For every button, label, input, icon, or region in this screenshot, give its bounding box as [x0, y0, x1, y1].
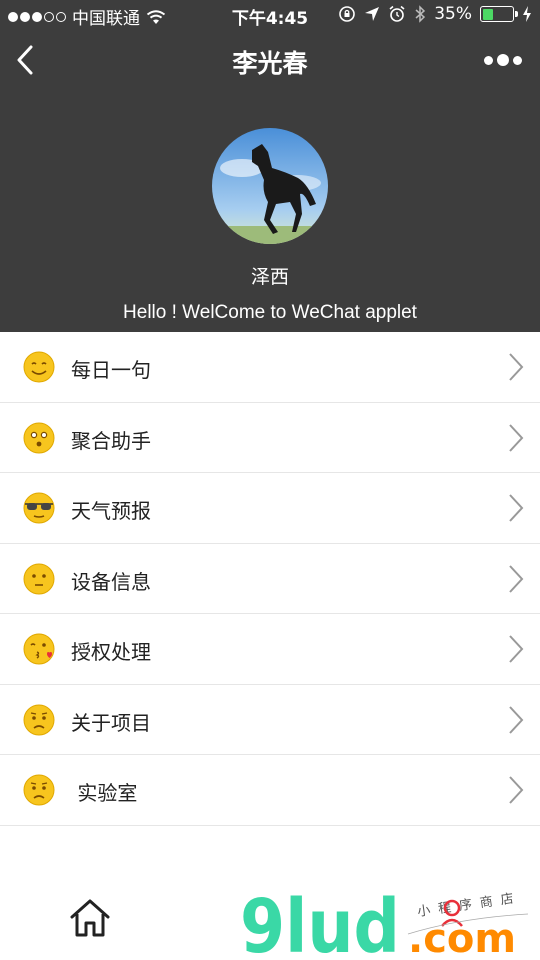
page-title: 李光春 [232, 49, 308, 78]
menu-item-label: 天气预报 [71, 499, 151, 523]
menu-item-aggregate-assistant[interactable]: 聚合助手 [0, 403, 540, 473]
surprised-face-icon [23, 422, 55, 453]
chevron-right-icon [509, 705, 524, 734]
status-bar: 中国联通 下午4:45 35% [0, 0, 540, 30]
home-icon[interactable] [68, 896, 112, 940]
watermark-brand: 9lud [240, 890, 400, 956]
worried-face-icon [23, 704, 55, 735]
watermark-domain: .com [408, 916, 516, 956]
rotation-lock-icon [339, 6, 356, 22]
menu-item-device-info[interactable]: 设备信息 [0, 544, 540, 614]
menu-item-authorization[interactable]: 授权处理 [0, 614, 540, 685]
menu-item-about-project[interactable]: 关于项目 [0, 685, 540, 755]
bluetooth-icon [415, 5, 426, 23]
kissing-face-icon [23, 633, 55, 665]
chevron-right-icon [509, 423, 524, 452]
menu-item-weather[interactable]: 天气预报 [0, 473, 540, 544]
neutral-face-icon [23, 563, 55, 594]
battery-icon [480, 6, 518, 22]
nav-bar: 李光春 [0, 30, 540, 92]
sunglasses-face-icon [23, 492, 55, 524]
location-arrow-icon [365, 7, 380, 21]
charging-icon [523, 6, 531, 22]
chevron-right-icon [509, 564, 524, 593]
menu-item-label: 设备信息 [71, 569, 151, 594]
worried-face-icon [23, 774, 55, 806]
menu-item-label: 实验室 [71, 781, 138, 805]
battery-percent: 35% [434, 4, 472, 24]
more-dots-icon[interactable] [484, 54, 522, 66]
profile-header: 泽西 Hello ! WelCome to WeChat applet [0, 92, 540, 332]
watermark-logo: 9lud .com 小程序商店 [240, 890, 529, 956]
menu-item-label: 授权处理 [71, 640, 151, 664]
horse-photo-avatar [212, 128, 328, 244]
avatar[interactable] [212, 128, 328, 244]
smiling-face-icon [23, 351, 55, 383]
menu-item-daily-quote[interactable]: 每日一句 [0, 332, 540, 403]
profile-name: 泽西 [250, 266, 289, 288]
chevron-right-icon [509, 494, 524, 522]
chevron-right-icon [509, 635, 524, 663]
alarm-icon [389, 5, 405, 22]
menu-item-lab[interactable]: 实验室 [0, 755, 540, 826]
chevron-right-icon [509, 776, 524, 804]
chevron-right-icon [509, 353, 524, 381]
menu-item-label: 关于项目 [71, 710, 151, 735]
menu-list: 每日一句 聚合助手 天气预报 设备信息 授权处理 关于项目 实验室 [0, 332, 540, 826]
status-right-group: 35% [338, 4, 532, 24]
menu-item-label: 每日一句 [71, 358, 151, 382]
menu-item-label: 聚合助手 [71, 428, 151, 453]
welcome-text: Hello ! WelCome to WeChat applet [123, 302, 417, 323]
battery-fill [482, 8, 493, 20]
